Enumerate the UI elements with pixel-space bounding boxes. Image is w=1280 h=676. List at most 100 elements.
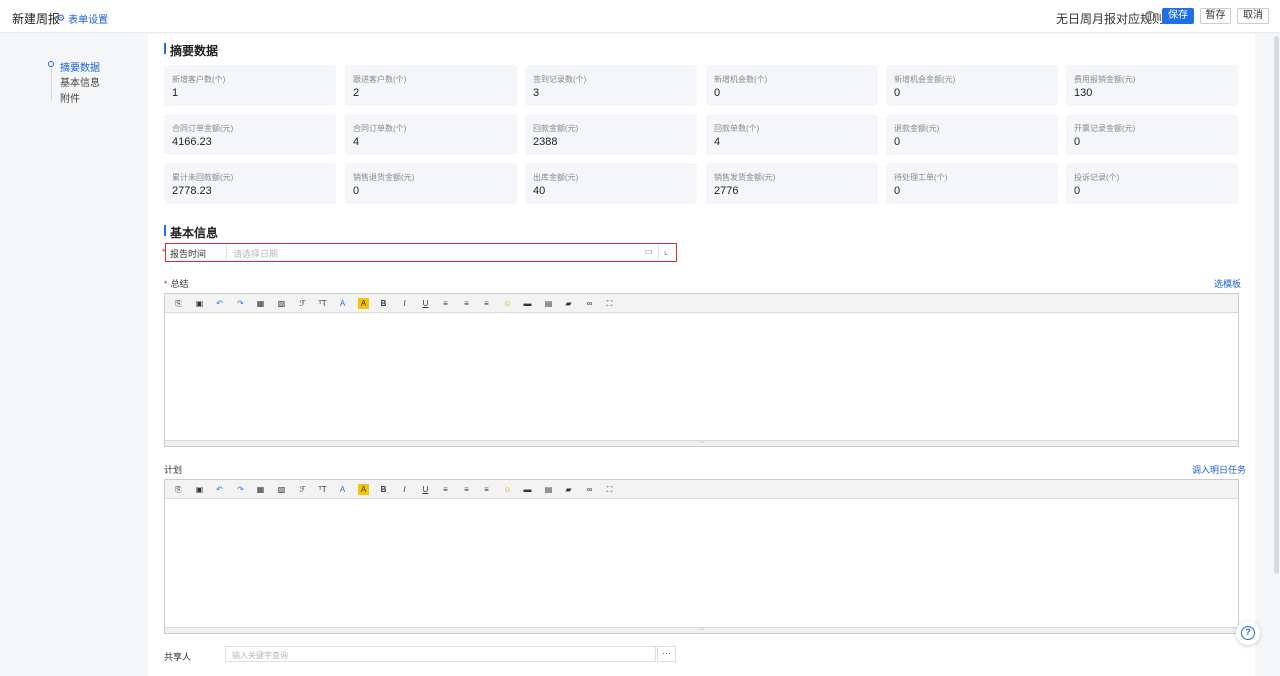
align-right-icon[interactable]: ≡: [481, 484, 492, 495]
font-family-icon[interactable]: ℱ: [297, 484, 308, 495]
help-float-button[interactable]: ?: [1236, 621, 1260, 645]
summary-editor[interactable]: ⎘ ▣ ↶ ↷ ▦ ▧ ℱᵀT A A B I U ≡ ≡ ≡ ☺ ▬ ▤ ▰ ∞ ⛶ ⋯: [164, 293, 1239, 447]
chart-icon[interactable]: ⌞: [664, 246, 668, 257]
draft-button[interactable]: 暂存: [1200, 8, 1231, 24]
stat-card: 合同订单金额(元) 4166.23: [164, 114, 336, 155]
align-center-icon[interactable]: ≡: [461, 298, 472, 309]
sharer-input[interactable]: 输入关键字查询: [225, 646, 656, 662]
stat-card: 出库金额(元) 40: [525, 163, 697, 204]
stat-label: 费用报销金额(元): [1074, 75, 1136, 84]
sidebar-item-basic-info[interactable]: 基本信息: [60, 74, 100, 89]
stat-card: 签到记录数(个) 3: [525, 65, 697, 106]
plan-editor[interactable]: ⎘ ▣ ↶ ↷ ▦ ▧ ℱᵀT A A B I U ≡ ≡ ≡ ☺ ▬ ▤ ▰ ∞ ⛶ ⋯: [164, 479, 1239, 634]
summary-editor-body[interactable]: [165, 313, 1238, 440]
align-right-icon[interactable]: ≡: [481, 298, 492, 309]
underline-icon[interactable]: U: [420, 484, 431, 495]
fullscreen-icon[interactable]: ⛶: [604, 298, 615, 309]
source-icon[interactable]: ⎘: [173, 484, 184, 495]
align-left-icon[interactable]: ≡: [440, 484, 451, 495]
stat-label: 合同订单数(个): [353, 124, 407, 133]
stat-value: 130: [1074, 87, 1093, 99]
editor-toolbar: ⎘ ▣ ↶ ↷ ▦ ▧ ℱᵀT A A B I U ≡ ≡ ≡ ☺ ▬ ▤ ▰ ∞ ⛶: [165, 294, 1238, 313]
insert-icon[interactable]: ▬: [522, 484, 533, 495]
emoji-icon[interactable]: ☺: [502, 298, 513, 309]
font-size-icon[interactable]: ᵀT: [317, 484, 328, 495]
table-icon[interactable]: ▦: [255, 298, 266, 309]
stat-value: 2776: [714, 185, 739, 197]
stat-card: 累计未回款额(元) 2778.23: [164, 163, 336, 204]
underline-icon[interactable]: U: [420, 298, 431, 309]
sidebar-nav: 摘要数据 基本信息 附件: [0, 34, 148, 676]
image-icon[interactable]: ▧: [276, 484, 287, 495]
stat-label: 退款金额(元): [894, 124, 940, 133]
fullscreen-icon[interactable]: ⛶: [604, 484, 615, 495]
calendar-icon[interactable]: ▭: [644, 246, 653, 257]
link-icon[interactable]: ∞: [584, 484, 595, 495]
font-size-icon[interactable]: ᵀT: [317, 298, 328, 309]
basic-info-section-title: 基本信息: [164, 224, 218, 241]
select-template-link[interactable]: 选模板: [1214, 277, 1241, 290]
stat-card: 新增客户数(个) 1: [164, 65, 336, 106]
stat-label: 跟进客户数(个): [353, 75, 407, 84]
flag-icon[interactable]: ▰: [563, 298, 574, 309]
resize-handle[interactable]: ⋯: [165, 440, 1238, 446]
paste-icon[interactable]: ▣: [194, 298, 205, 309]
insert-icon[interactable]: ▬: [522, 298, 533, 309]
undo-icon[interactable]: ↶: [214, 298, 225, 309]
stat-value: 0: [1074, 185, 1081, 197]
align-center-icon[interactable]: ≡: [461, 484, 472, 495]
sidebar-item-summary[interactable]: 摘要数据: [60, 59, 100, 74]
plan-label: 计划: [164, 465, 183, 475]
report-time-field[interactable]: * 报告时间 请选择日期 ▭ ⌞: [162, 243, 677, 262]
editor-toolbar: ⎘ ▣ ↶ ↷ ▦ ▧ ℱᵀT A A B I U ≡ ≡ ≡ ☺ ▬ ▤ ▰ ∞ ⛶: [165, 480, 1238, 499]
font-family-icon[interactable]: ℱ: [297, 298, 308, 309]
stat-value: 0: [1074, 136, 1081, 148]
redo-icon[interactable]: ↷: [235, 298, 246, 309]
stat-card: 新增机会金额(元) 0: [886, 65, 1058, 106]
page-icon[interactable]: ▤: [543, 484, 554, 495]
report-time-input[interactable]: 请选择日期: [233, 247, 278, 260]
main-content: 摘要数据 新增客户数(个) 1 跟进客户数(个) 2 签到记录数(个) 3 新增机会数(个)…: [148, 34, 1255, 676]
align-left-icon[interactable]: ≡: [440, 298, 451, 309]
resize-handle[interactable]: ⋯: [165, 627, 1238, 633]
stat-label: 出库金额(元): [533, 173, 579, 182]
form-settings-link[interactable]: ⚙ 表单设置: [57, 11, 108, 26]
stat-card: 回款金额(元) 2388: [525, 114, 697, 155]
bg-color-icon[interactable]: A: [358, 484, 369, 495]
summary-label: * 总结: [164, 279, 189, 289]
italic-icon[interactable]: I: [399, 298, 410, 309]
undo-icon[interactable]: ↶: [214, 484, 225, 495]
redo-icon[interactable]: ↷: [235, 484, 246, 495]
stat-label: 签到记录数(个): [533, 75, 587, 84]
bold-icon[interactable]: B: [378, 298, 389, 309]
divider: [658, 244, 659, 260]
page-icon[interactable]: ▤: [543, 298, 554, 309]
stat-value: 2388: [533, 136, 558, 148]
image-icon[interactable]: ▧: [276, 298, 287, 309]
emoji-icon[interactable]: ☺: [502, 484, 513, 495]
import-tomorrow-link[interactable]: 调入明日任务: [1192, 463, 1246, 476]
form-settings-label: 表单设置: [68, 15, 109, 26]
help-icon[interactable]: ?: [1145, 11, 1155, 21]
scrollbar[interactable]: [1274, 36, 1279, 574]
paste-icon[interactable]: ▣: [194, 484, 205, 495]
flag-icon[interactable]: ▰: [563, 484, 574, 495]
font-color-icon[interactable]: A: [337, 298, 348, 309]
bg-color-icon[interactable]: A: [358, 298, 369, 309]
stat-value: 0: [353, 185, 360, 197]
link-icon[interactable]: ∞: [584, 298, 595, 309]
table-icon[interactable]: ▦: [255, 484, 266, 495]
save-button[interactable]: 保存: [1162, 8, 1194, 24]
stat-value: 0: [894, 185, 901, 197]
sidebar-item-attachments[interactable]: 附件: [60, 90, 80, 105]
plan-editor-body[interactable]: [165, 499, 1238, 627]
stat-label: 回款单数(个): [714, 124, 760, 133]
sharer-more-button[interactable]: ···: [657, 646, 676, 662]
font-color-icon[interactable]: A: [337, 484, 348, 495]
stat-card: 开票记录金额(元) 0: [1066, 114, 1238, 155]
source-icon[interactable]: ⎘: [173, 298, 184, 309]
bold-icon[interactable]: B: [378, 484, 389, 495]
stat-card: 退款金额(元) 0: [886, 114, 1058, 155]
cancel-button[interactable]: 取消: [1237, 8, 1269, 24]
italic-icon[interactable]: I: [399, 484, 410, 495]
